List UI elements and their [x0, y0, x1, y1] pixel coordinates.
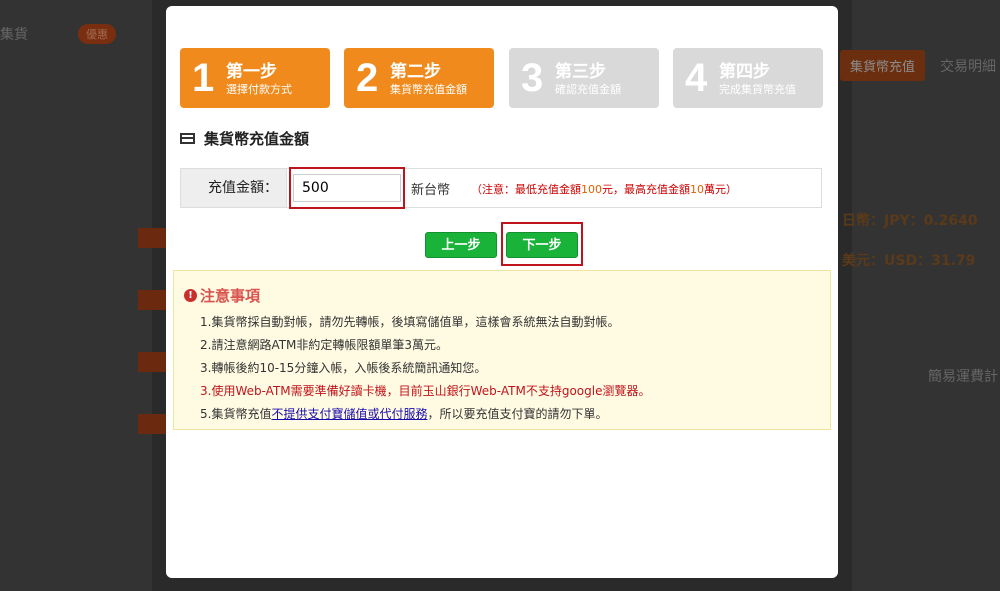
step-subtitle: 選擇付款方式	[226, 83, 292, 96]
bg-rate-jpy: 日幣：JPY：0.2640	[842, 213, 978, 229]
step-title: 第三步	[555, 62, 606, 82]
notice-title-text: 注意事項	[200, 287, 261, 305]
step-number: 3	[521, 56, 544, 100]
step-indicator: 1 第一步 選擇付款方式 2 第二步 集貨幣充值金額 3 第三步 確認充值金額 …	[180, 48, 824, 108]
step-2: 2 第二步 集貨幣充值金額	[344, 48, 494, 108]
step-4: 4 第四步 完成集貨幣充值	[673, 48, 823, 108]
notice-list: 1.集貨幣採自動對帳，請勿先轉帳，後填寫儲值單，這樣會系統無法自動對帳。 2.請…	[200, 313, 650, 428]
item5-prefix: 5.集貨幣充值	[200, 407, 272, 421]
bg-nav-text: 集貨	[0, 27, 28, 43]
step-1: 1 第一步 選擇付款方式	[180, 48, 330, 108]
bg-rate-usd: 美元：USD：31.79	[842, 253, 976, 269]
no-alipay-link[interactable]: 不提供支付寶儲值或代付服務	[271, 407, 427, 421]
bg-shipping-calc: 簡易運費計	[928, 369, 998, 385]
notice-title: ! 注意事項	[184, 285, 260, 306]
list-item: 2.請注意網路ATM非約定轉帳限額單筆3萬元。	[200, 338, 449, 352]
list-item: 5.集貨幣充值不提供支付寶儲值或代付服務，所以要充值支付寶的請勿下單。	[200, 405, 650, 428]
list-item: 3.使用Web-ATM需要準備好讀卡機，目前玉山銀行Web-ATM不支持goog…	[200, 384, 651, 398]
currency-label: 新台幣	[411, 183, 451, 198]
step-number: 1	[192, 56, 215, 100]
step-subtitle: 集貨幣充值金額	[390, 83, 467, 96]
step-title: 第四步	[719, 62, 770, 82]
exclamation-icon: !	[184, 289, 197, 302]
note-text: 元，最高充值金額	[602, 183, 690, 196]
bg-tag	[138, 414, 166, 434]
note-max: 10	[690, 183, 704, 196]
amount-label: 充值金額：	[181, 169, 287, 207]
notice-box: ! 注意事項 1.集貨幣採自動對帳，請勿先轉帳，後填寫儲值單，這樣會系統無法自動…	[173, 270, 831, 430]
step-title: 第二步	[390, 62, 441, 82]
amount-note: （注意：最低充值金額100元，最高充值金額10萬元）	[471, 181, 737, 197]
amount-row: 充值金額： 新台幣 （注意：最低充值金額100元，最高充值金額10萬元）	[180, 167, 822, 209]
bg-badge: 優惠	[78, 24, 116, 44]
prev-step-button[interactable]: 上一步	[425, 232, 497, 258]
bg-tag	[138, 290, 166, 310]
step-title: 第一步	[226, 62, 277, 82]
list-item: 3.轉帳後約10-15分鐘入帳，入帳後系統簡訊通知您。	[200, 361, 487, 375]
item5-suffix: ，所以要充值支付寶的請勿下單。	[427, 407, 608, 421]
topup-modal: 1 第一步 選擇付款方式 2 第二步 集貨幣充值金額 3 第三步 確認充值金額 …	[166, 6, 838, 578]
bg-tag	[138, 228, 166, 248]
credit-card-icon	[180, 133, 195, 144]
step-number: 2	[356, 56, 379, 100]
step-number: 4	[685, 56, 708, 100]
step-subtitle: 完成集貨幣充值	[719, 83, 796, 96]
section-title-text: 集貨幣充值金額	[204, 130, 310, 148]
step-subtitle: 確認充值金額	[555, 83, 621, 96]
bg-tag	[138, 352, 166, 372]
note-text: 萬元）	[704, 183, 737, 196]
list-item: 1.集貨幣採自動對帳，請勿先轉帳，後填寫儲值單，這樣會系統無法自動對帳。	[200, 315, 620, 329]
bg-transactions-link: 交易明細	[940, 59, 996, 75]
highlight-box	[501, 222, 583, 266]
bg-topup-button: 集貨幣充值	[840, 50, 926, 81]
note-text: （注意：最低充值金額	[471, 183, 581, 196]
step-3: 3 第三步 確認充值金額	[509, 48, 659, 108]
section-title: 集貨幣充值金額	[180, 128, 309, 149]
note-min: 100	[581, 183, 602, 196]
highlight-box	[289, 167, 405, 209]
